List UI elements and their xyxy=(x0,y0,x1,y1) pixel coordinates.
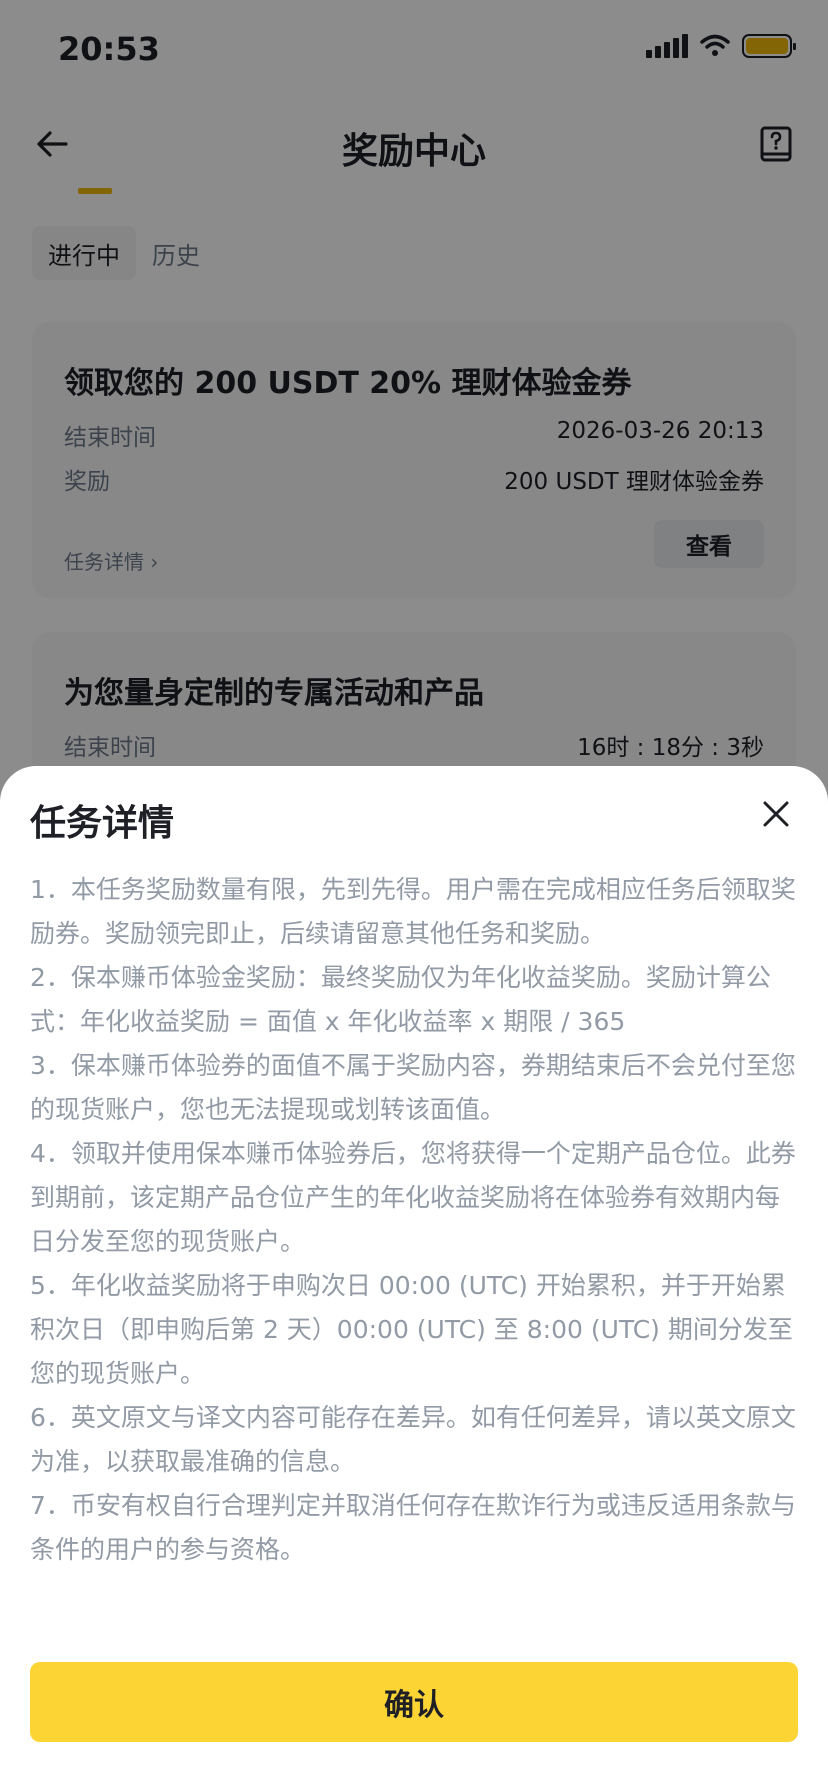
rule-item: 7．币安有权自行合理判定并取消任何存在欺诈行为或违反适用条款与条件的用户的参与资… xyxy=(30,1491,796,1564)
rule-item: 3．保本赚币体验券的面值不属于奖励内容，券期结束后不会兑付至您的现货账户，您也无… xyxy=(30,1051,796,1124)
rule-item: 5．年化收益奖励将于申购次日 00:00 (UTC) 开始累积，并于开始累积次日… xyxy=(30,1271,793,1388)
rule-item: 6．英文原文与译文内容可能存在差异。如有任何差异，请以英文原文为准，以获取最准确… xyxy=(30,1403,796,1476)
sheet-title: 任务详情 xyxy=(30,803,175,844)
rule-item: 1．本任务奖励数量有限，先到先得。用户需在完成相应任务后领取奖励券。奖励领完即止… xyxy=(30,875,796,948)
task-details-sheet: 任务详情 1．本任务奖励数量有限，先到先得。用户需在完成相应任务后领取奖励券。奖… xyxy=(0,766,828,1792)
close-button[interactable] xyxy=(754,792,798,836)
confirm-button[interactable]: 确认 xyxy=(30,1662,798,1742)
close-icon xyxy=(763,801,789,827)
rules-list: 1．本任务奖励数量有限，先到先得。用户需在完成相应任务后领取奖励券。奖励领完即止… xyxy=(30,868,798,1572)
rule-item: 4．领取并使用保本赚币体验券后，您将获得一个定期产品仓位。此券到期前，该定期产品… xyxy=(30,1139,796,1256)
rule-item: 2．保本赚币体验金奖励：最终奖励仅为年化收益奖励。奖励计算公式：年化收益奖励 =… xyxy=(30,963,771,1036)
